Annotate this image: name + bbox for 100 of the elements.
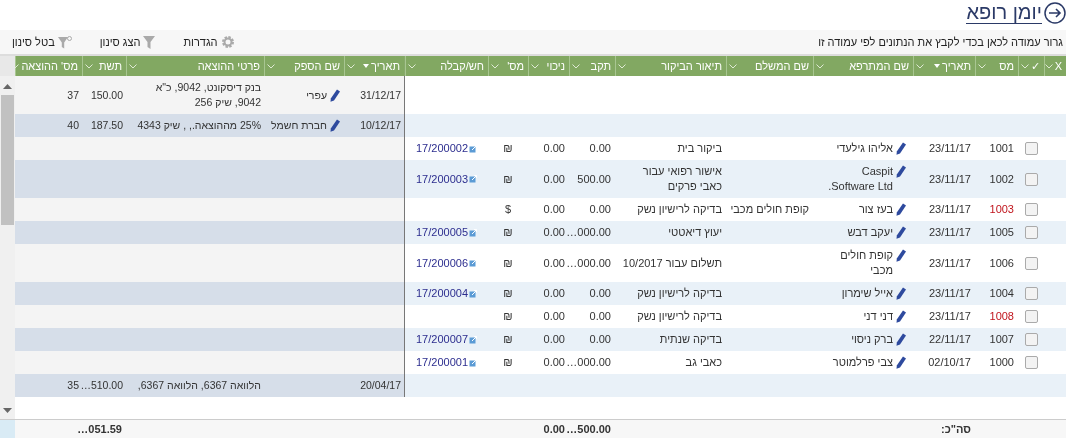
pencil-icon[interactable] bbox=[896, 165, 907, 178]
currency-symbol: ₪ bbox=[503, 255, 513, 271]
currency-symbol: ₪ bbox=[503, 332, 513, 347]
scroll-up-icon[interactable] bbox=[3, 84, 12, 89]
receipt-link[interactable]: 17/200003 bbox=[416, 171, 477, 187]
amount: 0.00 bbox=[589, 202, 611, 217]
deduction: 0.00 bbox=[543, 171, 565, 187]
row-checkbox[interactable] bbox=[1024, 356, 1038, 369]
receipt-link[interactable]: 17/200006 bbox=[416, 255, 477, 271]
receipt-link[interactable]: 17/200001 bbox=[416, 355, 477, 370]
amount: 0.00 bbox=[589, 309, 611, 324]
pencil-icon[interactable] bbox=[896, 142, 907, 155]
visit-date: 22/11/17 bbox=[928, 332, 972, 347]
row-checkbox[interactable] bbox=[1024, 256, 1038, 270]
deduction: 0.00 bbox=[543, 255, 565, 271]
column-header[interactable]: תקב bbox=[569, 56, 615, 76]
expense-number: 37 bbox=[67, 87, 79, 103]
row-checkbox[interactable] bbox=[1024, 172, 1038, 186]
pencil-icon[interactable] bbox=[330, 119, 341, 132]
chevron-down-icon bbox=[816, 63, 824, 69]
scrollbar-thumb[interactable] bbox=[1, 95, 14, 225]
currency-symbol: ₪ bbox=[503, 171, 513, 187]
column-header[interactable]: תאריך bbox=[344, 56, 404, 76]
visit-description: בדיקה שנתית bbox=[659, 332, 722, 347]
patient-name: דני דני bbox=[863, 309, 893, 324]
pencil-icon[interactable] bbox=[330, 88, 341, 102]
pencil-icon[interactable] bbox=[896, 333, 907, 346]
column-header[interactable]: שם הספק bbox=[264, 56, 344, 76]
sort-descending-icon bbox=[934, 64, 941, 68]
column-header[interactable]: X bbox=[1044, 56, 1066, 76]
column-header[interactable]: מס' bbox=[488, 56, 528, 76]
visit-date: 23/11/17 bbox=[928, 286, 972, 301]
chevron-down-icon bbox=[729, 63, 737, 69]
column-header[interactable]: ניכוי bbox=[528, 56, 569, 76]
external-link-icon bbox=[469, 175, 477, 183]
receipt-link[interactable]: 17/200004 bbox=[416, 286, 477, 301]
column-header[interactable]: שם המשלם bbox=[726, 56, 813, 76]
visit-number: 1005 bbox=[988, 225, 1015, 240]
pencil-icon[interactable] bbox=[896, 310, 907, 323]
currency-symbol: ₪ bbox=[503, 141, 513, 156]
visit-description: בדיקה לרישיון נשק bbox=[637, 202, 722, 217]
column-header[interactable]: מס' ההוצאה bbox=[15, 56, 82, 76]
gear-icon bbox=[220, 35, 235, 49]
patient-name: אייל שימרון bbox=[841, 286, 893, 301]
visit-number: 1006 bbox=[988, 255, 1015, 271]
page-title-link[interactable]: יומן רופא bbox=[966, 1, 1066, 24]
pencil-icon[interactable] bbox=[896, 226, 907, 239]
row-checkbox[interactable] bbox=[1024, 226, 1038, 239]
visit-date: 23/11/17 bbox=[928, 202, 972, 217]
amount: 0.00 bbox=[589, 332, 611, 347]
amount: …000.00 bbox=[566, 225, 611, 240]
expense-number: 40 bbox=[67, 118, 79, 133]
pencil-icon[interactable] bbox=[896, 287, 907, 300]
row-checkbox[interactable] bbox=[1024, 203, 1038, 216]
row-checkbox[interactable] bbox=[1024, 142, 1038, 155]
visit-description: תשלום עבור 10/2017 bbox=[622, 255, 722, 271]
row-checkbox[interactable] bbox=[1024, 287, 1038, 300]
receipt-link[interactable]: 17/200005 bbox=[416, 225, 477, 240]
pencil-icon[interactable] bbox=[896, 203, 907, 216]
visit-date: 02/10/17 bbox=[927, 355, 972, 370]
row-checkbox[interactable] bbox=[1024, 333, 1038, 346]
column-header[interactable]: תאריך bbox=[913, 56, 975, 76]
currency-symbol: ₪ bbox=[503, 286, 513, 301]
column-header[interactable]: פרטי ההוצאה bbox=[126, 56, 264, 76]
chevron-down-icon bbox=[267, 63, 275, 69]
pencil-icon[interactable] bbox=[896, 249, 907, 262]
patient-name: יעקב דבש bbox=[847, 225, 893, 240]
scrollbar[interactable] bbox=[0, 76, 15, 419]
column-header[interactable]: שם המתרפא bbox=[813, 56, 913, 76]
receipt-link[interactable]: 17/200002 bbox=[416, 141, 477, 156]
column-header[interactable]: מס bbox=[975, 56, 1018, 76]
visit-description: אישור רפואי עבור כאבי פרקים bbox=[641, 164, 722, 194]
column-header[interactable]: תשת bbox=[82, 56, 126, 76]
external-link-icon bbox=[469, 259, 477, 267]
toolbar-button[interactable]: בטל סינון bbox=[8, 35, 72, 49]
payer-name: קופת חולים מכבי bbox=[730, 202, 809, 217]
chevron-down-icon bbox=[618, 63, 626, 69]
chevron-down-icon bbox=[129, 63, 137, 69]
receipt-link[interactable]: 17/200007 bbox=[416, 332, 477, 347]
toolbar-button[interactable]: הגדרות bbox=[155, 35, 235, 49]
visit-number: 1008 bbox=[988, 309, 1015, 324]
chevron-down-icon bbox=[1021, 63, 1029, 69]
total-amount: …500.00 bbox=[566, 421, 611, 437]
visit-number: 1001 bbox=[988, 141, 1015, 156]
visit-number: 1007 bbox=[988, 332, 1015, 347]
patient-name: אליהו גילעדי bbox=[836, 141, 893, 156]
arrow-circle-icon bbox=[1044, 1, 1066, 24]
toolbar-button[interactable]: הצג סינון bbox=[71, 35, 156, 49]
pencil-icon[interactable] bbox=[896, 356, 907, 369]
sort-descending-icon bbox=[363, 64, 370, 68]
patient-name: קופת חולים מכבי bbox=[839, 248, 893, 278]
footer-corner bbox=[0, 420, 15, 438]
column-header[interactable]: תיאור הביקור bbox=[615, 56, 726, 76]
column-header[interactable]: חש/קבלה bbox=[405, 56, 488, 76]
row-checkbox[interactable] bbox=[1024, 310, 1038, 323]
clear-filter-icon bbox=[57, 35, 72, 49]
patient-name: Caspit Software Ltd. bbox=[827, 164, 893, 194]
visit-date: 23/11/17 bbox=[928, 255, 972, 271]
scroll-down-icon[interactable] bbox=[3, 408, 12, 413]
column-header[interactable]: ✓ bbox=[1018, 56, 1044, 76]
